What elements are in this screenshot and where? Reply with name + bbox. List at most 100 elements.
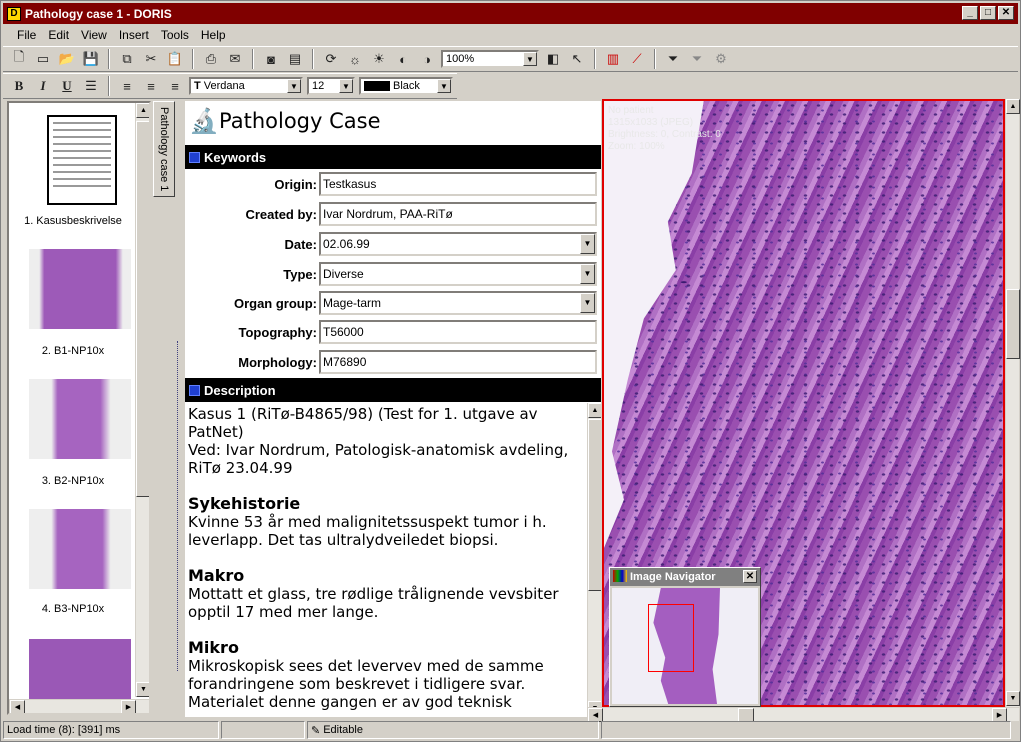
menu-file[interactable]: File	[17, 28, 36, 42]
document-thumbnail[interactable]	[47, 115, 117, 205]
chevron-down-icon[interactable]: ▼	[580, 293, 595, 313]
scroll-left-icon[interactable]: ◀	[588, 708, 603, 722]
scroll-up-icon[interactable]: ▲	[588, 403, 601, 418]
desc-paragraph: Mikroskopisk sees det levervev med de sa…	[188, 657, 544, 711]
scroll-down-icon[interactable]: ▼	[1006, 691, 1020, 706]
navigator-preview[interactable]	[612, 588, 758, 704]
topography-field[interactable]: T56000	[319, 320, 597, 344]
close-button[interactable]: ✕	[998, 6, 1014, 20]
desc-intro: Kasus 1 (RiTø-B4865/98) (Test for 1. utg…	[188, 405, 538, 441]
split-view-icon[interactable]: ◧	[543, 49, 563, 69]
scanner-icon[interactable]: ▤	[285, 49, 305, 69]
scroll-thumb[interactable]	[136, 121, 149, 497]
navigator-titlebar[interactable]: Image Navigator ✕	[610, 568, 760, 586]
zoom-select[interactable]: 100% ▼	[441, 50, 539, 68]
tab-pathology-case-1[interactable]: Pathology case 1	[153, 101, 175, 197]
date-select[interactable]: 02.06.99 ▼	[319, 232, 597, 256]
color-select[interactable]: Black ▼	[359, 77, 453, 95]
chevron-down-icon[interactable]: ▼	[580, 264, 595, 284]
scroll-down-icon[interactable]: ▼	[136, 682, 149, 697]
type-select[interactable]: Diverse ▼	[319, 262, 597, 286]
align-center-icon[interactable]: ≡	[141, 76, 161, 96]
chevron-down-icon[interactable]: ▼	[287, 79, 301, 93]
origin-field[interactable]: Testkasus	[319, 172, 597, 196]
new-folder-icon[interactable]: ▭	[33, 49, 53, 69]
rotate-icon[interactable]: ⟳	[321, 49, 341, 69]
curve-icon[interactable]: ⟋	[627, 49, 647, 69]
align-right-icon[interactable]: ≡	[165, 76, 185, 96]
filter-icon[interactable]: ⏷	[663, 49, 683, 69]
align-left-icon[interactable]: ≡	[117, 76, 137, 96]
italic-button[interactable]: I	[33, 76, 53, 96]
contrast-up-icon[interactable]: ◑	[417, 49, 437, 69]
field-label: Type:	[283, 266, 317, 282]
image-hscrollbar[interactable]: ◀ ▶	[587, 707, 1019, 722]
tools-icon[interactable]: ⚙	[711, 49, 731, 69]
new-icon[interactable]: 🗋	[9, 49, 29, 69]
bullet-list-icon[interactable]: ☰	[81, 76, 101, 96]
thumbnail-caption: 4. B3-NP10x	[41, 603, 105, 615]
font-select[interactable]: T Verdana ▼	[189, 77, 303, 95]
morphology-field[interactable]: M76890	[319, 350, 597, 374]
thumbnail-caption: 1. Kasusbeskrivelse	[24, 215, 122, 227]
brightness-down-icon[interactable]: ☼	[345, 49, 365, 69]
camera-icon[interactable]: ◙	[261, 49, 281, 69]
brightness-up-icon[interactable]: ☀	[369, 49, 389, 69]
navigator-viewport-rect[interactable]	[648, 604, 694, 672]
menu-tools[interactable]: Tools	[161, 28, 189, 42]
histogram-icon[interactable]: ▥	[603, 49, 623, 69]
description-text[interactable]: Kasus 1 (RiTø-B4865/98) (Test for 1. utg…	[185, 403, 587, 717]
microscope-icon: 🔬	[189, 108, 219, 135]
mail-icon[interactable]: ✉	[225, 49, 245, 69]
maximize-button[interactable]: □	[980, 6, 996, 20]
menu-edit[interactable]: Edit	[48, 28, 69, 42]
chevron-down-icon[interactable]: ▼	[339, 79, 353, 93]
menu-help[interactable]: Help	[201, 28, 226, 42]
contrast-down-icon[interactable]: ◐	[393, 49, 413, 69]
info-patient: No patient	[608, 105, 654, 116]
slide-thumbnail[interactable]	[29, 249, 131, 329]
minimize-button[interactable]: _	[962, 6, 978, 20]
slide-thumbnail[interactable]	[29, 379, 131, 459]
image-vscrollbar[interactable]: ▲ ▼	[1005, 99, 1020, 707]
cut-icon[interactable]: ✂	[141, 49, 161, 69]
slide-thumbnail[interactable]	[29, 509, 131, 589]
description-scrollbar[interactable]: ▲ ▼	[587, 403, 601, 717]
scroll-thumb[interactable]	[588, 419, 601, 591]
scroll-right-icon[interactable]: ▶	[121, 700, 136, 713]
scroll-left-icon[interactable]: ◀	[10, 700, 25, 713]
status-mode: Editable	[323, 724, 363, 736]
pointer-icon[interactable]: ↖	[567, 49, 587, 69]
image-navigator[interactable]: Image Navigator ✕	[609, 567, 761, 707]
thumbnail-scrollbar[interactable]: ▲ ▼	[135, 103, 149, 697]
bold-button[interactable]: B	[9, 76, 29, 96]
slide-thumbnail[interactable]	[29, 639, 131, 705]
underline-button[interactable]: U	[57, 76, 77, 96]
desc-heading: Makro	[188, 566, 245, 585]
scroll-right-icon[interactable]: ▶	[992, 708, 1007, 722]
size-select[interactable]: 12 ▼	[307, 77, 355, 95]
scroll-thumb[interactable]	[1006, 289, 1020, 359]
field-origin: Origin: Testkasus	[185, 171, 601, 197]
window-title: Pathology case 1 - DORIS	[25, 6, 172, 21]
chevron-down-icon[interactable]: ▼	[523, 52, 537, 66]
open-icon[interactable]: 📂	[57, 49, 77, 69]
menu-insert[interactable]: Insert	[119, 28, 149, 42]
filter-disabled-icon[interactable]: ⏷	[687, 49, 707, 69]
field-label: Morphology:	[238, 354, 317, 370]
save-icon[interactable]: 💾	[81, 49, 101, 69]
chevron-down-icon[interactable]: ▼	[437, 79, 451, 93]
scroll-up-icon[interactable]: ▲	[1006, 99, 1020, 114]
chevron-down-icon[interactable]: ▼	[580, 234, 595, 254]
paste-icon[interactable]: 📋	[165, 49, 185, 69]
close-icon[interactable]: ✕	[743, 570, 757, 583]
organ-group-select[interactable]: Mage-tarm ▼	[319, 291, 597, 315]
print-icon[interactable]: ⎙	[201, 49, 221, 69]
scroll-thumb[interactable]	[738, 708, 754, 722]
thumbnail-hscrollbar[interactable]: ◀ ▶	[9, 699, 149, 713]
copy-icon[interactable]: ⧉	[117, 49, 137, 69]
created-by-field[interactable]: Ivar Nordrum, PAA-RiTø	[319, 202, 597, 226]
scroll-up-icon[interactable]: ▲	[136, 103, 149, 118]
splitter[interactable]	[177, 341, 183, 671]
menu-view[interactable]: View	[81, 28, 107, 42]
